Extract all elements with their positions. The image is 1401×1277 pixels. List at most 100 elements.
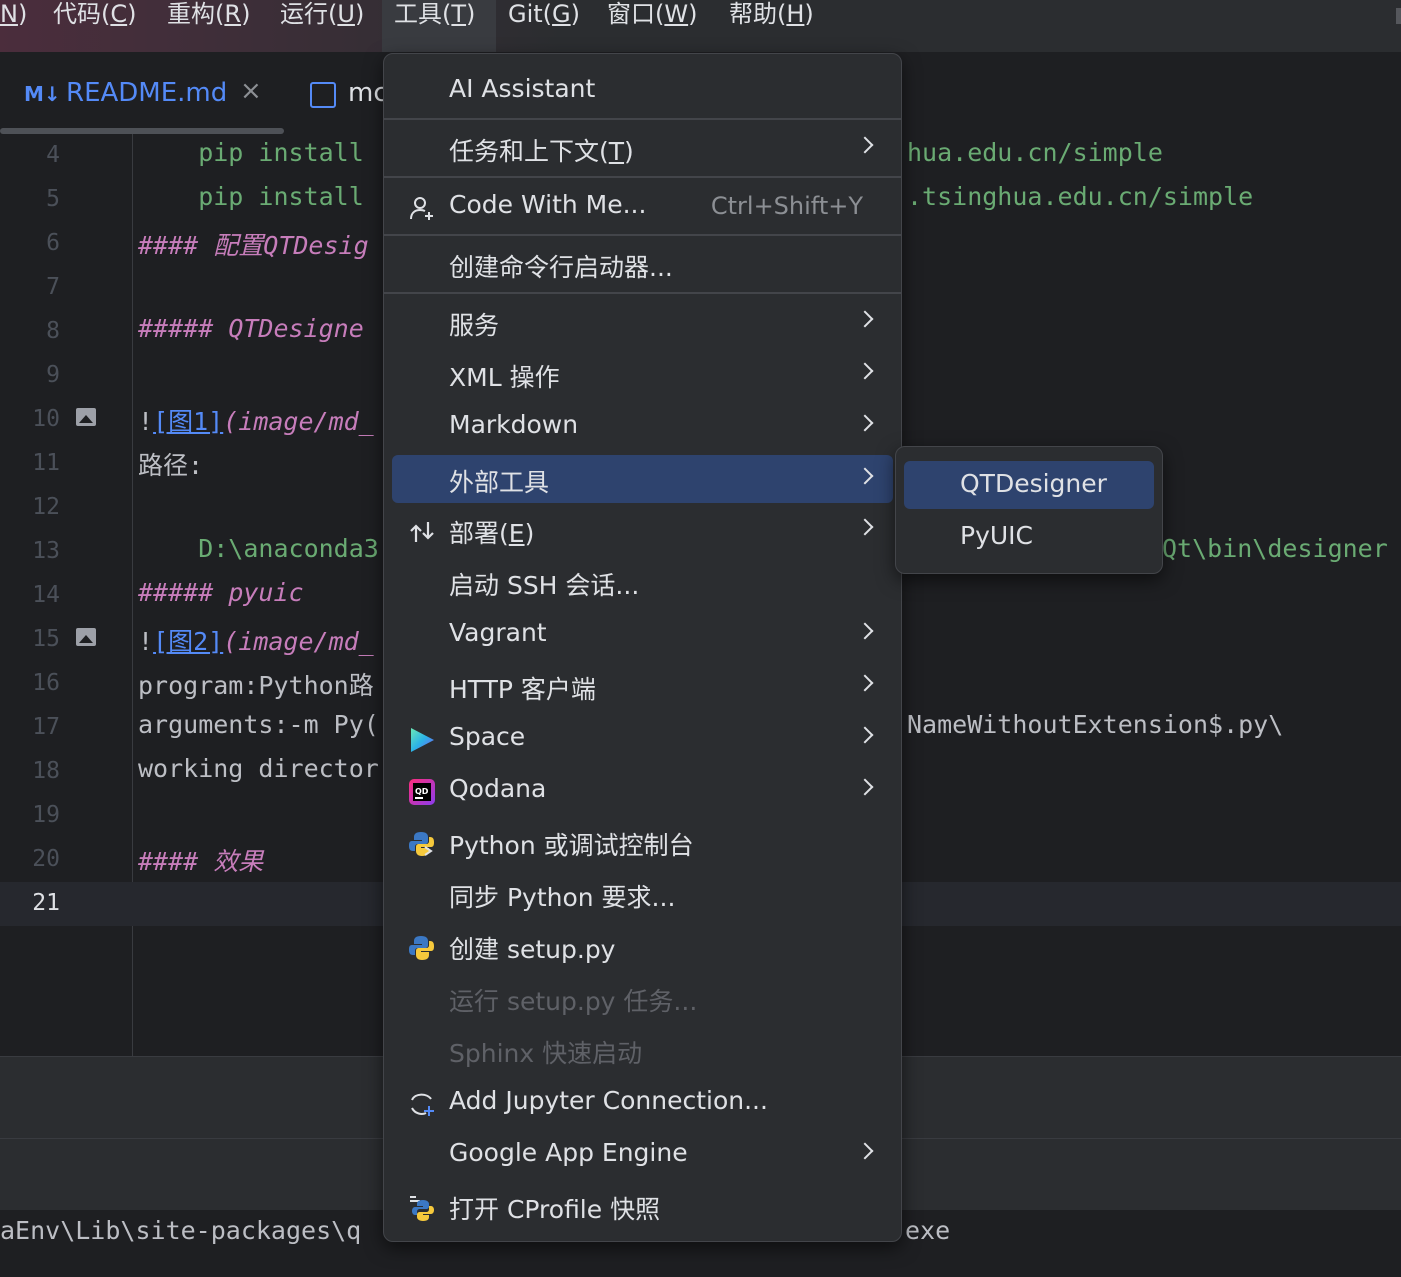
menu-item-create-launcher[interactable]: 创建命令行启动器... [384,240,901,292]
menu-item-xml-actions[interactable]: XML 操作 [384,350,901,402]
code-text-right: hua.edu.cn/simple [907,138,1163,167]
space-icon [411,728,434,752]
menu-item-open-cprofile[interactable]: 打开 CProfile 快照 [384,1182,901,1234]
menu-item-create-setup-py[interactable]: 创建 setup.py [384,922,901,974]
python-console-icon [409,832,434,856]
code-text: program:Python路 [138,671,374,700]
deploy-icon [410,522,434,542]
qodana-icon: QD [409,779,435,805]
chevron-right-icon [856,778,874,796]
menu-item-code-with-me[interactable]: Code With Me... Ctrl+Shift+Y [384,182,901,234]
code-text: arguments:-m Py( [138,710,379,739]
line-number: 20 [32,846,60,872]
tools-dropdown-menu: AI Assistant 任务和上下文(T) Code With Me... C… [383,53,902,1242]
code-text-right: .tsinghua.edu.cn/simple [907,182,1254,211]
person-add-icon [410,197,433,220]
code-text: 路径: [138,451,204,480]
terminal-text: aEnv\Lib\site-packages\q [0,1216,362,1245]
line-number: 8 [46,318,60,344]
menu-run[interactable]: 运行(U) [280,0,364,52]
line-number: 6 [46,230,60,256]
menu-item-tasks-context[interactable]: 任务和上下文(T) [384,124,901,176]
svg-text:QD: QD [415,787,429,796]
menu-separator [384,234,901,236]
menu-navigate[interactable]: N) [0,0,27,52]
menu-item-run-setup-task: 运行 setup.py 任务... [449,987,698,1016]
submenu-item-pyuic[interactable]: PyUIC [896,513,1162,565]
chevron-right-icon [856,726,874,744]
code-text: ##### pyuic [138,578,304,607]
menu-item-external-tools[interactable]: 外部工具 [384,455,901,507]
line-number: 19 [32,802,60,828]
external-tools-submenu: QTDesigner PyUIC [895,446,1163,574]
line-number: 4 [46,142,60,168]
menu-refactor[interactable]: 重构(R) [167,0,250,52]
markdown-file-icon: M↓ [24,82,61,106]
code-text: pip install [138,138,364,167]
line-number: 10 [32,406,60,432]
line-number: 21 [32,890,60,916]
line-number: 14 [32,582,60,608]
code-text: ##### QTDesigne [138,314,364,343]
image-file-icon [310,82,336,108]
image-preview-icon[interactable] [76,408,96,426]
menu-item-start-ssh[interactable]: 启动 SSH 会话... [384,558,901,610]
tab-second-label: mc [348,78,388,108]
menu-help[interactable]: 帮助(H) [729,0,814,52]
menu-separator [384,118,901,120]
submenu-item-qtdesigner[interactable]: QTDesigner [896,461,1162,513]
menu-item-vagrant[interactable]: Vagrant [384,610,901,662]
menu-item-space[interactable]: Space [384,714,901,766]
python-icon [409,936,434,960]
menu-item-sync-python-requirements[interactable]: 同步 Python 要求... [384,870,901,922]
code-text: ![图2](image/md_ [138,627,374,656]
main-menu-bar: N) 代码(C) 重构(R) 运行(U) 工具(T) Git(G) 窗口(W) … [0,0,1401,52]
chevron-right-icon [856,467,874,485]
code-text: D:\anaconda3 [138,534,379,563]
chevron-right-icon [856,362,874,380]
menu-item-ai-assistant[interactable]: AI Assistant [384,66,901,118]
menu-item-services[interactable]: 服务 [384,298,901,350]
chevron-right-icon [856,674,874,692]
terminal-text-right: exe [905,1216,951,1245]
code-text: working director [138,754,379,783]
line-number: 9 [46,362,60,388]
menu-item-python-console[interactable]: Python 或调试控制台 [384,818,901,870]
image-preview-icon[interactable] [76,628,96,646]
line-number: 12 [32,494,60,520]
chevron-right-icon [856,1142,874,1160]
menu-item-markdown[interactable]: Markdown [384,402,901,454]
menu-item-google-app-engine[interactable]: Google App Engine [384,1130,901,1182]
chevron-right-icon [856,518,874,536]
code-text: ![图1](image/md_ [138,407,374,436]
code-text-right: NameWithoutExtension$.py\ [907,710,1284,739]
tab-readme-label: README.md [66,78,228,108]
line-number: 13 [32,538,60,564]
line-number: 5 [46,186,60,212]
menu-item-sphinx-quickstart: Sphinx 快速启动 [449,1039,643,1068]
menu-item-deployment[interactable]: 部署(E) [384,506,901,558]
shortcut-label: Ctrl+Shift+Y [710,192,863,220]
code-text: #### 配置QTDesig [138,231,369,260]
chevron-right-icon [856,414,874,432]
cprofile-icon [410,1196,434,1221]
menu-git[interactable]: Git(G) [508,0,580,52]
menu-separator [384,292,901,294]
menu-code[interactable]: 代码(C) [53,0,137,52]
line-number: 16 [32,670,60,696]
tab-readme[interactable]: M↓ README.md × [0,52,284,134]
menu-item-add-jupyter-connection[interactable]: Add Jupyter Connection... [384,1078,901,1130]
chevron-right-icon [856,136,874,154]
line-number: 11 [32,450,60,476]
menu-item-http-client[interactable]: HTTP 客户端 [384,662,901,714]
close-tab-icon[interactable]: × [240,76,262,106]
line-number: 15 [32,626,60,652]
code-text: #### 效果 [138,847,264,876]
tab-second[interactable]: mc [300,52,390,134]
code-text: pip install [138,182,364,211]
chevron-right-icon [856,310,874,328]
line-number: 7 [46,274,60,300]
menu-window[interactable]: 窗口(W) [607,0,697,52]
menu-item-qodana[interactable]: QD Qodana [384,766,901,818]
menu-tools[interactable]: 工具(T) [382,0,496,52]
